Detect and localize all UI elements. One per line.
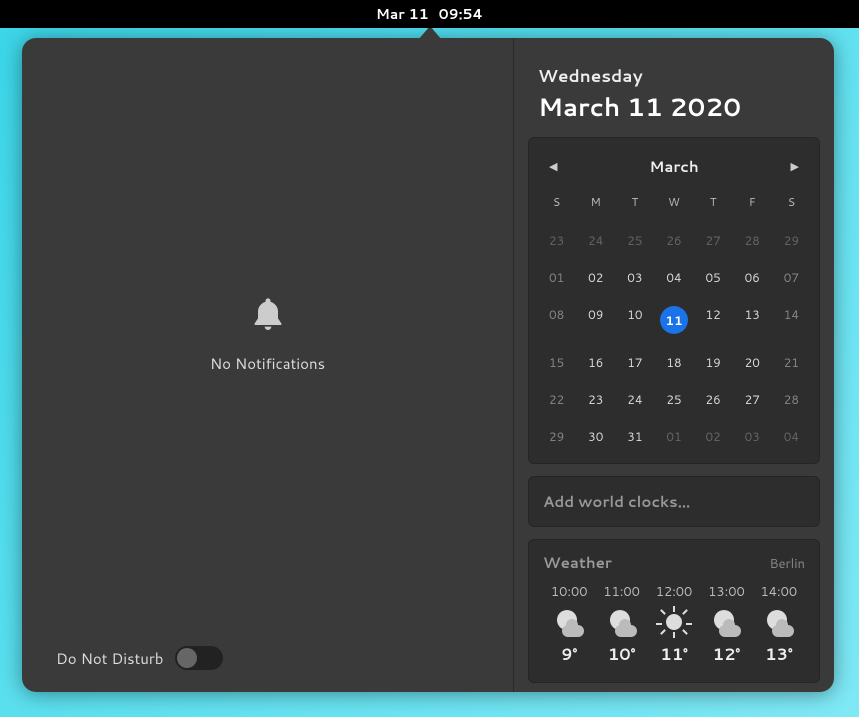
- calendar-day[interactable]: 28: [733, 222, 772, 259]
- forecast-time: 12:00: [656, 583, 693, 601]
- forecast-item: 10:00 9°: [543, 583, 595, 666]
- calendar-day[interactable]: 05: [694, 259, 733, 296]
- forecast-item: 12:00 11°: [648, 583, 700, 666]
- calendar-day[interactable]: 09: [576, 296, 615, 344]
- calendar-grid: SMTWTFS232425262728290102030405060708091…: [537, 188, 811, 455]
- calendar-day[interactable]: 06: [733, 259, 772, 296]
- calendar-day[interactable]: 15: [537, 344, 576, 381]
- forecast-item: 13:00 12°: [700, 583, 752, 666]
- calendar-day[interactable]: 18: [654, 344, 693, 381]
- partly-cloudy-icon: [554, 607, 584, 637]
- calendar-next-button[interactable]: ▶: [785, 154, 805, 178]
- world-clocks-label: Add world clocks…: [543, 491, 690, 512]
- do-not-disturb-toggle[interactable]: [175, 646, 223, 670]
- calendar-day[interactable]: 23: [537, 222, 576, 259]
- calendar-day[interactable]: 27: [694, 222, 733, 259]
- calendar-day[interactable]: 02: [694, 418, 733, 455]
- calendar-day[interactable]: 24: [615, 381, 654, 418]
- calendar-day[interactable]: 10: [615, 296, 654, 344]
- world-clocks-button[interactable]: Add world clocks…: [528, 476, 820, 527]
- calendar-day[interactable]: 21: [772, 344, 811, 381]
- forecast-temp: 10°: [608, 643, 635, 666]
- datetime-popup: No Notifications Do Not Disturb Wednesda…: [22, 38, 834, 692]
- calendar-day[interactable]: 17: [615, 344, 654, 381]
- forecast-time: 10:00: [551, 583, 588, 601]
- calendar-day[interactable]: 03: [615, 259, 654, 296]
- weather-title: Weather: [543, 552, 612, 573]
- calendar-day[interactable]: 04: [772, 418, 811, 455]
- forecast-temp: 11°: [660, 643, 687, 666]
- forecast-temp: 12°: [713, 643, 740, 666]
- calendar-day[interactable]: 20: [733, 344, 772, 381]
- forecast-temp: 9°: [561, 643, 577, 666]
- calendar-day[interactable]: 27: [733, 381, 772, 418]
- calendar-day[interactable]: 01: [537, 259, 576, 296]
- calendar-day[interactable]: 24: [576, 222, 615, 259]
- calendar-dow: T: [694, 188, 733, 222]
- calendar-month-label: March: [649, 156, 698, 177]
- calendar-day[interactable]: 14: [772, 296, 811, 344]
- calendar-card: ◀ March ▶ SMTWTFS23242526272829010203040…: [528, 137, 820, 464]
- calendar-day[interactable]: 01: [654, 418, 693, 455]
- calendar-day[interactable]: 04: [654, 259, 693, 296]
- calendar-pane: Wednesday March 11 2020 ◀ March ▶ SMTWTF…: [514, 38, 834, 692]
- calendar-dow: S: [772, 188, 811, 222]
- partly-cloudy-icon: [711, 607, 741, 637]
- calendar-day[interactable]: 19: [694, 344, 733, 381]
- calendar-day[interactable]: 07: [772, 259, 811, 296]
- sun-icon: [659, 607, 689, 637]
- calendar-day[interactable]: 31: [615, 418, 654, 455]
- calendar-day[interactable]: 22: [537, 381, 576, 418]
- do-not-disturb-label: Do Not Disturb: [56, 648, 163, 669]
- bell-icon: [248, 295, 288, 335]
- calendar-day-today[interactable]: 11: [654, 296, 693, 344]
- calendar-day[interactable]: 02: [576, 259, 615, 296]
- topbar-time: 09:54: [439, 4, 484, 24]
- calendar-day[interactable]: 25: [615, 222, 654, 259]
- forecast-temp: 13°: [765, 643, 792, 666]
- toggle-knob: [177, 648, 197, 668]
- date-full: March 11 2020: [538, 90, 820, 125]
- clock-button[interactable]: Mar 11 09:54: [376, 4, 483, 24]
- calendar-day[interactable]: 08: [537, 296, 576, 344]
- calendar-dow: W: [654, 188, 693, 222]
- calendar-day[interactable]: 28: [772, 381, 811, 418]
- forecast-item: 11:00 10°: [595, 583, 647, 666]
- partly-cloudy-icon: [607, 607, 637, 637]
- forecast-time: 13:00: [708, 583, 745, 601]
- calendar-day[interactable]: 29: [772, 222, 811, 259]
- calendar-day[interactable]: 26: [654, 222, 693, 259]
- forecast-time: 11:00: [603, 583, 640, 601]
- weather-location: Berlin: [770, 555, 806, 573]
- notifications-empty-label: No Notifications: [210, 353, 325, 374]
- forecast-row: 10:00 9° 11:00 10° 12:00 11° 13:00 12° 14:00 13°: [543, 583, 805, 666]
- calendar-dow: S: [537, 188, 576, 222]
- notifications-empty: No Notifications: [22, 38, 513, 630]
- calendar-day[interactable]: 26: [694, 381, 733, 418]
- weather-card[interactable]: Weather Berlin 10:00 9° 11:00 10° 12:00 11° 13…: [528, 539, 820, 683]
- calendar-dow: T: [615, 188, 654, 222]
- date-weekday: Wednesday: [538, 64, 820, 88]
- calendar-dow: F: [733, 188, 772, 222]
- calendar-day[interactable]: 13: [733, 296, 772, 344]
- top-bar: Mar 11 09:54: [0, 0, 859, 28]
- forecast-item: 14:00 13°: [753, 583, 805, 666]
- calendar-day[interactable]: 30: [576, 418, 615, 455]
- calendar-day[interactable]: 29: [537, 418, 576, 455]
- do-not-disturb-row: Do Not Disturb: [22, 630, 513, 692]
- calendar-day[interactable]: 12: [694, 296, 733, 344]
- calendar-day[interactable]: 03: [733, 418, 772, 455]
- calendar-dow: M: [576, 188, 615, 222]
- calendar-day[interactable]: 25: [654, 381, 693, 418]
- calendar-day[interactable]: 16: [576, 344, 615, 381]
- topbar-date: Mar 11: [376, 4, 429, 24]
- forecast-time: 14:00: [761, 583, 798, 601]
- popup-arrow: [418, 26, 442, 40]
- calendar-day[interactable]: 23: [576, 381, 615, 418]
- partly-cloudy-icon: [764, 607, 794, 637]
- date-heading: Wednesday March 11 2020: [528, 64, 820, 125]
- notifications-pane: No Notifications Do Not Disturb: [22, 38, 514, 692]
- calendar-prev-button[interactable]: ◀: [543, 154, 563, 178]
